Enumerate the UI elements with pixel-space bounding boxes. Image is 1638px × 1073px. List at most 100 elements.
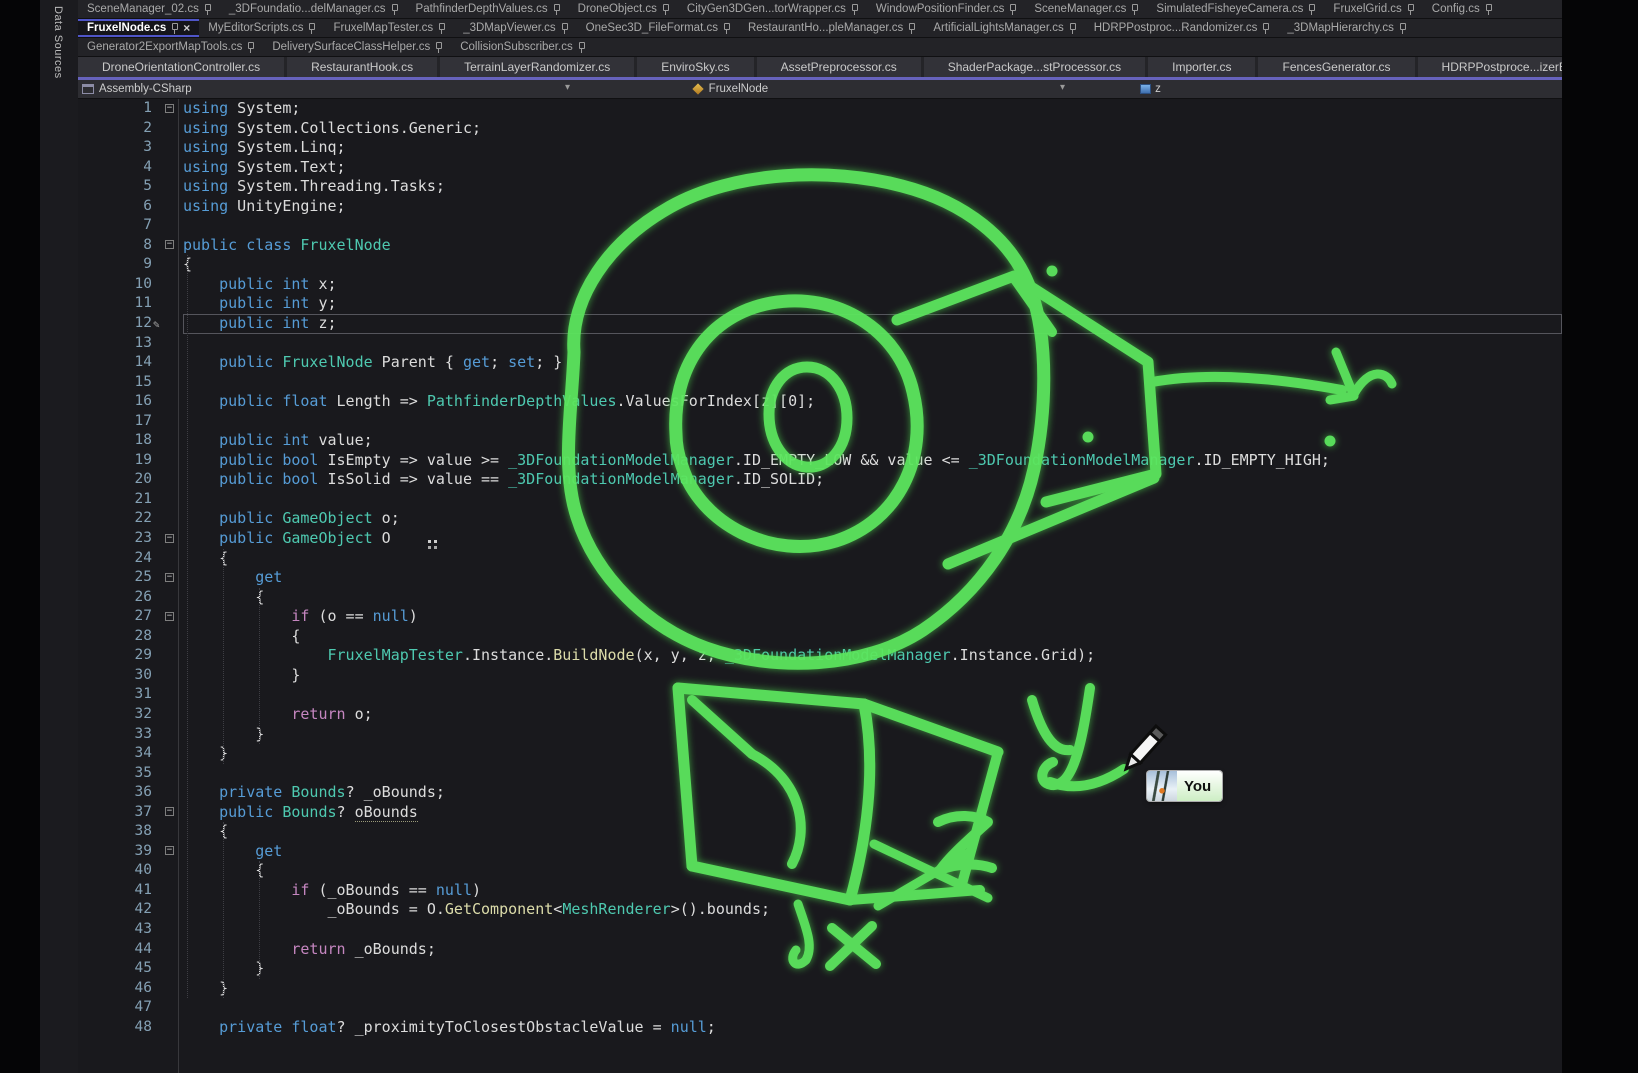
tab-config-cs[interactable]: Config.cs — [1423, 0, 1501, 18]
code-line-44[interactable]: 44 return _oBounds; — [78, 940, 1562, 960]
tab-fruxelmaptester-cs[interactable]: FruxelMapTester.cs — [324, 19, 454, 37]
code-line-17[interactable]: 17 — [78, 412, 1562, 432]
open-file-item[interactable]: EnviroSky.cs — [637, 57, 753, 77]
code-line-13[interactable]: 13 — [78, 334, 1562, 354]
code-line-29[interactable]: 29 FruxelMapTester.Instance.BuildNode(x,… — [78, 646, 1562, 666]
code-line-1[interactable]: 1−using System; — [78, 99, 1562, 119]
tab-fruxelgrid-cs[interactable]: FruxelGrid.cs — [1324, 0, 1422, 18]
code-line-45[interactable]: 45 } — [78, 959, 1562, 979]
tab-deliverysurfaceclasshelper-cs[interactable]: DeliverySurfaceClassHelper.cs — [263, 38, 451, 56]
code-line-34[interactable]: 34 } — [78, 744, 1562, 764]
code-line-3[interactable]: 3using System.Linq; — [78, 138, 1562, 158]
open-file-item[interactable]: DroneOrientationController.cs — [78, 57, 284, 77]
code-line-42[interactable]: 42 _oBounds = O.GetComponent<MeshRendere… — [78, 900, 1562, 920]
pin-icon[interactable] — [1407, 3, 1414, 15]
tab-windowpositionfinder-cs[interactable]: WindowPositionFinder.cs — [867, 0, 1025, 18]
fold-collapse-icon[interactable]: − — [165, 104, 174, 113]
code-line-23[interactable]: 23− public GameObject O — [78, 529, 1562, 549]
code-line-32[interactable]: 32 return o; — [78, 705, 1562, 725]
tab-pathfinderdepthvalues-cs[interactable]: PathfinderDepthValues.cs — [407, 0, 569, 18]
code-line-35[interactable]: 35 — [78, 764, 1562, 784]
member-dropdown[interactable]: z — [1155, 83, 1161, 95]
pin-icon[interactable] — [1009, 3, 1016, 15]
pin-icon[interactable] — [308, 22, 315, 34]
pin-icon[interactable] — [561, 22, 568, 34]
pin-icon[interactable] — [723, 22, 730, 34]
tab-scenemanager-02-cs[interactable]: SceneManager_02.cs — [78, 0, 220, 18]
open-file-item[interactable]: Importer.cs — [1148, 57, 1255, 77]
fold-collapse-icon[interactable]: − — [165, 807, 174, 816]
pin-icon[interactable] — [578, 41, 585, 53]
tab--3dmapviewer-cs[interactable]: _3DMapViewer.cs — [454, 19, 576, 37]
tab-hdrppostproc-randomizer-cs[interactable]: HDRPPostproc...Randomizer.cs — [1085, 19, 1279, 37]
type-dropdown[interactable]: FruxelNode — [709, 83, 768, 95]
code-line-39[interactable]: 39− get — [78, 842, 1562, 862]
code-line-21[interactable]: 21 — [78, 490, 1562, 510]
code-line-2[interactable]: 2using System.Collections.Generic; — [78, 119, 1562, 139]
open-file-item[interactable]: FencesGenerator.cs — [1258, 57, 1414, 77]
pin-icon[interactable] — [204, 3, 211, 15]
code-line-40[interactable]: 40 { — [78, 861, 1562, 881]
open-file-item[interactable]: AssetPreprocessor.cs — [757, 57, 921, 77]
code-line-36[interactable]: 36 private Bounds? _oBounds; — [78, 783, 1562, 803]
code-line-12[interactable]: 12✎ public int z; — [78, 314, 1562, 334]
tab-simulatedfisheyecamera-cs[interactable]: SimulatedFisheyeCamera.cs — [1147, 0, 1324, 18]
open-file-item[interactable]: RestaurantHook.cs — [287, 57, 437, 77]
pin-icon[interactable] — [438, 22, 445, 34]
tab-restaurantho-plemanager-cs[interactable]: RestaurantHo...pleManager.cs — [739, 19, 924, 37]
pin-icon[interactable] — [1399, 22, 1406, 34]
pin-icon[interactable] — [171, 22, 178, 34]
open-file-item[interactable]: TerrainLayerRandomizer.cs — [440, 57, 634, 77]
pin-icon[interactable] — [1131, 3, 1138, 15]
code-line-28[interactable]: 28 { — [78, 627, 1562, 647]
tab--3dfoundatio-delmanager-cs[interactable]: _3DFoundatio...delManager.cs — [220, 0, 407, 18]
tab--3dmaphierarchy-cs[interactable]: _3DMapHierarchy.cs — [1278, 19, 1415, 37]
code-line-11[interactable]: 11 public int y; — [78, 294, 1562, 314]
code-line-7[interactable]: 7 — [78, 216, 1562, 236]
code-line-10[interactable]: 10 public int x; — [78, 275, 1562, 295]
tab-onesec3d-fileformat-cs[interactable]: OneSec3D_FileFormat.cs — [577, 19, 739, 37]
tab-citygen3dgen-torwrapper-cs[interactable]: CityGen3DGen...torWrapper.cs — [678, 0, 867, 18]
code-line-18[interactable]: 18 public int value; — [78, 431, 1562, 451]
pin-icon[interactable] — [553, 3, 560, 15]
code-line-48[interactable]: 48 private float? _proximityToClosestObs… — [78, 1018, 1562, 1038]
pin-icon[interactable] — [1262, 22, 1269, 34]
pin-icon[interactable] — [435, 41, 442, 53]
code-line-47[interactable]: 47 — [78, 998, 1562, 1018]
code-line-6[interactable]: 6using UnityEngine; — [78, 197, 1562, 217]
code-line-43[interactable]: 43 — [78, 920, 1562, 940]
code-line-37[interactable]: 37− public Bounds? oBounds — [78, 803, 1562, 823]
tab-droneobject-cs[interactable]: DroneObject.cs — [569, 0, 678, 18]
code-line-31[interactable]: 31 — [78, 685, 1562, 705]
sidebar-item-data-sources[interactable]: Data Sources — [52, 6, 64, 79]
code-line-30[interactable]: 30 } — [78, 666, 1562, 686]
code-line-15[interactable]: 15 — [78, 373, 1562, 393]
code-line-38[interactable]: 38 { — [78, 822, 1562, 842]
pin-icon[interactable] — [851, 3, 858, 15]
fold-collapse-icon[interactable]: − — [165, 534, 174, 543]
code-line-14[interactable]: 14 public FruxelNode Parent { get; set; … — [78, 353, 1562, 373]
code-editor[interactable]: 1−using System;2using System.Collections… — [78, 99, 1562, 1073]
tab-generator2exportmaptools-cs[interactable]: Generator2ExportMapTools.cs — [78, 38, 263, 56]
code-line-5[interactable]: 5using System.Threading.Tasks; — [78, 177, 1562, 197]
code-line-8[interactable]: 8−public class FruxelNode — [78, 236, 1562, 256]
code-line-16[interactable]: 16 public float Length => PathfinderDept… — [78, 392, 1562, 412]
code-line-24[interactable]: 24 { — [78, 549, 1562, 569]
chevron-down-icon[interactable]: ▾ — [1060, 82, 1065, 93]
code-line-19[interactable]: 19 public bool IsEmpty => value >= _3DFo… — [78, 451, 1562, 471]
tab-fruxelnode-cs[interactable]: FruxelNode.cs× — [78, 19, 199, 37]
pin-icon[interactable] — [391, 3, 398, 15]
fold-collapse-icon[interactable]: − — [165, 240, 174, 249]
code-line-46[interactable]: 46 } — [78, 979, 1562, 999]
tab-scenemanager-cs[interactable]: SceneManager.cs — [1025, 0, 1147, 18]
tab-myeditorscripts-cs[interactable]: MyEditorScripts.cs — [199, 19, 324, 37]
fold-collapse-icon[interactable]: − — [165, 846, 174, 855]
open-file-item[interactable]: HDRPPostproce...izerEditor.cs — [1418, 57, 1562, 77]
code-line-33[interactable]: 33 } — [78, 725, 1562, 745]
code-line-26[interactable]: 26 { — [78, 588, 1562, 608]
chevron-down-icon[interactable]: ▾ — [565, 82, 570, 93]
pin-icon[interactable] — [908, 22, 915, 34]
pin-icon[interactable] — [1485, 3, 1492, 15]
fold-collapse-icon[interactable]: − — [165, 573, 174, 582]
code-line-27[interactable]: 27− if (o == null) — [78, 607, 1562, 627]
